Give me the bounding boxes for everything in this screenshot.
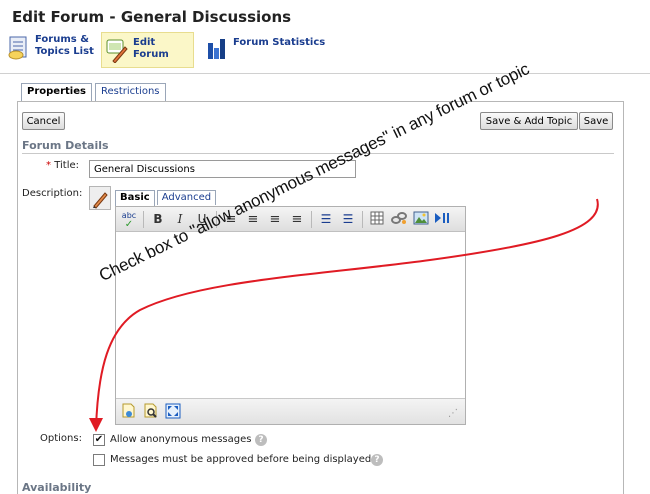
toggle-editor-button[interactable] bbox=[89, 186, 111, 210]
check-icon: ✓ bbox=[124, 219, 134, 230]
required-mark: * bbox=[46, 160, 51, 171]
editor-content-area[interactable] bbox=[116, 233, 465, 399]
help-icon[interactable]: ? bbox=[255, 434, 267, 446]
title-label: * Title: bbox=[46, 160, 79, 171]
align-justify-icon[interactable]: ≡ bbox=[288, 211, 306, 228]
cancel-button[interactable]: Cancel bbox=[22, 112, 65, 130]
find-icon[interactable] bbox=[142, 403, 160, 420]
preview-icon[interactable] bbox=[120, 403, 138, 420]
allow-anonymous-checkbox[interactable]: ✔ bbox=[93, 434, 105, 446]
options-label: Options: bbox=[40, 433, 82, 444]
nav-forum-statistics-label: Forum Statistics bbox=[233, 37, 326, 48]
divider bbox=[0, 73, 650, 74]
numbered-list-icon[interactable]: ☰ bbox=[339, 211, 357, 228]
availability-heading: Availability bbox=[22, 481, 92, 494]
nav-forums-line1: Forums & bbox=[35, 34, 89, 45]
insert-media-icon[interactable] bbox=[434, 211, 452, 228]
insert-image-icon[interactable] bbox=[412, 211, 430, 228]
align-right-icon[interactable]: ≡ bbox=[266, 211, 284, 228]
title-label-text: Title: bbox=[54, 160, 79, 171]
require-approval-checkbox[interactable] bbox=[93, 454, 105, 466]
edit-forum-icon bbox=[106, 39, 128, 63]
resize-handle-icon[interactable]: ⋰ bbox=[444, 405, 462, 422]
allow-anonymous-label: Allow anonymous messages bbox=[110, 434, 252, 445]
nav-forum-statistics[interactable]: Forum Statistics bbox=[206, 32, 331, 68]
bulleted-list-icon[interactable]: ☰ bbox=[317, 211, 335, 228]
insert-table-icon[interactable] bbox=[368, 211, 386, 228]
forums-list-icon bbox=[8, 36, 27, 60]
tab-restrictions[interactable]: Restrictions bbox=[94, 83, 166, 101]
toolbar-separator bbox=[311, 211, 312, 228]
tab-properties[interactable]: Properties bbox=[21, 83, 92, 102]
forum-details-heading: Forum Details bbox=[22, 139, 109, 152]
section-divider bbox=[22, 153, 614, 154]
spellcheck-button[interactable]: abc ✓ bbox=[120, 211, 138, 230]
save-add-topic-button[interactable]: Save & Add Topic bbox=[480, 112, 578, 130]
top-nav: Forums & Topics List Edit Forum Forum St… bbox=[0, 32, 650, 70]
nav-edit-forum[interactable]: Edit Forum bbox=[101, 32, 194, 68]
editor-footer: ⋰ bbox=[116, 398, 465, 424]
save-button[interactable]: Save bbox=[579, 112, 613, 130]
insert-link-icon[interactable] bbox=[390, 211, 408, 228]
nav-forums-topics-list[interactable]: Forums & Topics List bbox=[8, 32, 98, 68]
pencil-icon bbox=[93, 192, 108, 209]
toolbar-separator bbox=[362, 211, 363, 228]
require-approval-label: Messages must be approved before being d… bbox=[110, 454, 372, 465]
editor-tabs: Basic Advanced bbox=[115, 190, 218, 206]
help-icon[interactable]: ? bbox=[371, 454, 383, 466]
editor-toolbar: abc ✓ B I U ≡ ≡ ≡ ≡ ☰ ☰ bbox=[116, 207, 465, 232]
nav-forums-line2: Topics List bbox=[35, 46, 94, 57]
bar-chart-icon bbox=[208, 39, 225, 59]
page-title: Edit Forum - General Discussions bbox=[12, 8, 292, 26]
bold-button[interactable]: B bbox=[149, 211, 167, 228]
description-label: Description: bbox=[22, 188, 83, 199]
page-tabs: Properties Restrictions bbox=[21, 83, 169, 102]
nav-edit-forum-label: Edit Forum bbox=[133, 37, 169, 60]
tab-basic[interactable]: Basic bbox=[115, 190, 155, 206]
toolbar-separator bbox=[143, 211, 144, 228]
fullscreen-icon[interactable] bbox=[164, 403, 182, 420]
tab-advanced[interactable]: Advanced bbox=[156, 190, 217, 205]
